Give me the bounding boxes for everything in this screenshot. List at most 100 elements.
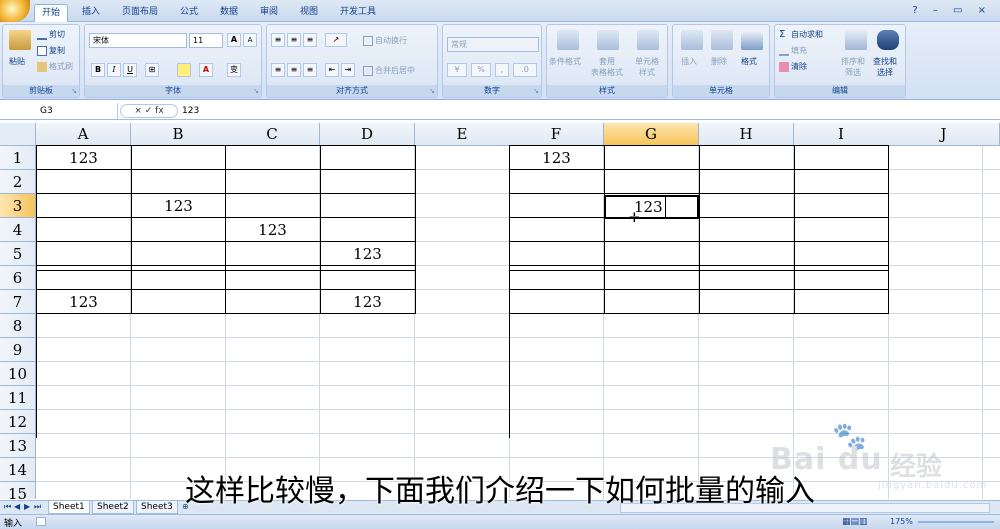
orientation-icon[interactable]: ↗ (325, 33, 347, 47)
table-format-icon[interactable] (597, 30, 619, 50)
column-header-f[interactable]: F (509, 123, 604, 146)
dialog-launcher-icon[interactable]: ↘ (533, 87, 539, 95)
fill-color-icon[interactable] (177, 63, 191, 77)
format-cells-icon[interactable] (741, 30, 763, 50)
dialog-launcher-icon[interactable]: ↘ (71, 87, 77, 95)
column-header-h[interactable]: H (699, 123, 794, 146)
fill-button[interactable]: 填充 (779, 45, 807, 56)
row-header-13[interactable]: 13 (0, 434, 36, 458)
row-header-7[interactable]: 7 (0, 290, 36, 314)
tab-page-layout[interactable]: 页面布局 (114, 4, 166, 22)
format-cells-button[interactable]: 格式 (741, 56, 757, 67)
row-header-9[interactable]: 9 (0, 338, 36, 362)
phonetic-button[interactable]: 变 (227, 63, 241, 77)
wrap-text-button[interactable]: 自动换行 (363, 35, 407, 46)
font-size-select[interactable]: 11 (189, 33, 223, 48)
grow-font-button[interactable]: A (227, 33, 241, 47)
conditional-format-button[interactable]: 条件格式 (549, 56, 581, 67)
insert-cells-icon[interactable] (681, 30, 703, 50)
italic-button[interactable]: I (107, 63, 121, 77)
decrease-indent-icon[interactable]: ⇤ (325, 63, 339, 77)
cell-b3[interactable]: 123 (131, 194, 226, 218)
tab-review[interactable]: 审阅 (252, 4, 286, 22)
column-header-j[interactable]: J (888, 123, 1000, 146)
tab-insert[interactable]: 插入 (74, 4, 108, 22)
column-header-a[interactable]: A (36, 123, 131, 146)
formula-icons[interactable]: × ✓ fx (120, 104, 178, 118)
align-middle-icon[interactable]: ≡ (287, 33, 301, 47)
row-header-6[interactable]: 6 (0, 266, 36, 290)
dialog-launcher-icon[interactable]: ↘ (253, 87, 259, 95)
cell-c4[interactable]: 123 (225, 218, 320, 242)
row-header-8[interactable]: 8 (0, 314, 36, 338)
row-header-5[interactable]: 5 (0, 242, 36, 266)
cell-styles-button[interactable]: 单元格 样式 (635, 56, 659, 78)
cell-d7[interactable]: 123 (320, 290, 415, 314)
column-header-c[interactable]: C (225, 123, 320, 146)
insert-cells-button[interactable]: 插入 (681, 56, 697, 67)
column-header-d[interactable]: D (320, 123, 415, 146)
view-buttons-icon[interactable]: ▦▤▥ (842, 517, 884, 527)
align-center-icon[interactable]: ≡ (287, 63, 301, 77)
row-header-12[interactable]: 12 (0, 410, 36, 434)
align-left-icon[interactable]: ≡ (271, 63, 285, 77)
binoculars-icon[interactable] (877, 30, 899, 50)
shrink-font-button[interactable]: A (243, 33, 257, 47)
column-header-b[interactable]: B (131, 123, 226, 146)
percent-button[interactable]: % (471, 63, 491, 77)
cell-a1[interactable]: 123 (36, 146, 131, 170)
zoom-level[interactable]: 175% (890, 517, 913, 526)
autosum-button[interactable]: Σ 自动求和 (779, 29, 823, 40)
row-header-4[interactable]: 4 (0, 218, 36, 242)
select-all-corner[interactable] (0, 123, 36, 146)
formula-input[interactable]: 123 (182, 103, 199, 119)
cut-button[interactable]: 剪切 (37, 29, 65, 40)
tab-view[interactable]: 视图 (292, 4, 326, 22)
window-controls-icons[interactable]: ? – ▭ × (912, 5, 992, 16)
delete-cells-button[interactable]: 删除 (711, 56, 727, 67)
column-header-i[interactable]: I (794, 123, 889, 146)
increase-indent-icon[interactable]: ⇥ (341, 63, 355, 77)
paste-icon[interactable] (9, 30, 31, 50)
clear-button[interactable]: 清除 (779, 61, 807, 72)
row-header-1[interactable]: 1 (0, 146, 36, 170)
column-header-g[interactable]: G (604, 123, 699, 146)
bold-button[interactable]: B (91, 63, 105, 77)
align-bottom-icon[interactable]: ≡ (303, 33, 317, 47)
table-format-button[interactable]: 套用 表格格式 (591, 56, 623, 78)
number-format-select[interactable]: 常规 (447, 37, 539, 52)
zoom-slider[interactable] (918, 521, 994, 523)
underline-button[interactable]: U (123, 63, 137, 77)
currency-icon[interactable]: ¥ (447, 63, 467, 77)
sort-filter-icon[interactable] (845, 30, 867, 50)
row-header-11[interactable]: 11 (0, 386, 36, 410)
align-top-icon[interactable]: ≡ (271, 33, 285, 47)
font-color-button[interactable]: A (199, 63, 213, 77)
column-header-e[interactable]: E (415, 123, 510, 146)
cell-a7[interactable]: 123 (36, 290, 131, 314)
format-painter-button[interactable]: 格式刷 (37, 61, 73, 72)
row-header-2[interactable]: 2 (0, 170, 36, 194)
cell-d5[interactable]: 123 (320, 242, 415, 266)
find-select-button[interactable]: 查找和 选择 (873, 56, 897, 78)
tab-data[interactable]: 数据 (212, 4, 246, 22)
paste-button[interactable]: 粘贴 (9, 56, 25, 67)
borders-icon[interactable]: ⊞ (145, 63, 159, 77)
sort-filter-button[interactable]: 排序和 筛选 (841, 56, 865, 78)
name-box[interactable]: G3 (0, 103, 118, 119)
copy-button[interactable]: 复制 (37, 45, 65, 56)
macro-record-icon[interactable] (36, 517, 46, 526)
office-button[interactable] (0, 0, 30, 22)
align-right-icon[interactable]: ≡ (303, 63, 317, 77)
decimal-icon[interactable]: .0 (513, 63, 537, 77)
row-header-3[interactable]: 3 (0, 194, 36, 218)
cell-styles-icon[interactable] (637, 30, 659, 50)
comma-icon[interactable]: , (495, 63, 509, 77)
font-name-select[interactable]: 宋体 (89, 33, 187, 48)
tab-formulas[interactable]: 公式 (172, 4, 206, 22)
dialog-launcher-icon[interactable]: ↘ (429, 87, 435, 95)
tab-developer[interactable]: 开发工具 (332, 4, 384, 22)
cell-f1[interactable]: 123 (509, 146, 604, 170)
merge-center-button[interactable]: 合并后居中 (363, 65, 415, 76)
tab-home[interactable]: 开始 (34, 4, 68, 22)
